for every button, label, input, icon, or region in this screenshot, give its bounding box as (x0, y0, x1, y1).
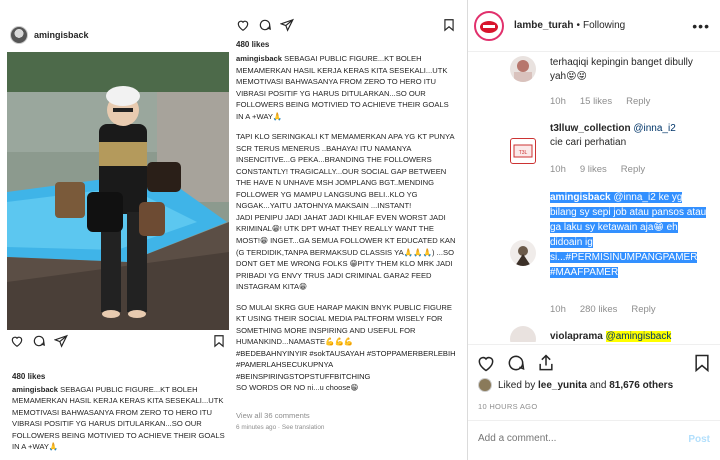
more-icon[interactable]: ••• (692, 18, 710, 34)
avatar (10, 26, 28, 44)
comment-username[interactable]: amingisback (550, 192, 611, 203)
comment-meta: 10h 15 likes Reply (550, 96, 650, 107)
comment-likes[interactable]: 15 likes (580, 96, 612, 107)
comment-text: terhaqiqi kepingin banget dibully yah😝😝 (550, 57, 693, 82)
embedded-post-caption-column: 480 likes amingisback SEBAGAI PUBLIC FIG… (236, 18, 462, 448)
comment-icon (33, 335, 45, 347)
caption-paragraph-2: TAPI KLO SERINGKALI KT MEMAMERKAN APA YG… (236, 132, 455, 211)
post-header: lambe_turah • Following ••• (468, 0, 720, 52)
heart-icon (11, 336, 23, 347)
svg-text:T3L: T3L (519, 150, 528, 156)
comment-time: 10h (550, 164, 566, 175)
embedded-action-bar (10, 334, 226, 352)
avatar[interactable] (478, 378, 492, 392)
comment-icon (259, 19, 271, 31)
separator-dot: • (576, 20, 580, 31)
comment-icon[interactable] (506, 353, 526, 373)
embedded-caption: amingisback SEBAGAI PUBLIC FIGURE...KT B… (12, 384, 226, 452)
comment-text: t3lluw_collection @inna_i2 cie cari perh… (550, 122, 710, 149)
avatar[interactable] (510, 56, 536, 82)
embedded-caption-full: amingisback SEBAGAI PUBLIC FIGURE...KT B… (236, 53, 458, 403)
embedded-post-header: amingisback (4, 22, 230, 48)
comment-username[interactable]: violaprama (550, 331, 603, 342)
comment-username[interactable]: t3lluw_collection (550, 123, 631, 134)
comment-mention[interactable]: @inna_i2 (613, 192, 656, 203)
reply-button[interactable]: Reply (621, 164, 645, 175)
comment-time: 10h (550, 96, 566, 107)
reply-button[interactable]: Reply (626, 96, 650, 107)
bookmark-icon[interactable] (692, 353, 712, 373)
liked-by-user[interactable]: lee_yunita (538, 380, 587, 391)
post-author-username[interactable]: lambe_turah (514, 20, 573, 31)
comment-mention[interactable]: @inna_i2 (633, 123, 675, 134)
avatar[interactable] (510, 326, 536, 342)
add-comment-bar: Post (468, 420, 720, 460)
bookmark-icon (444, 19, 454, 32)
share-icon[interactable] (536, 353, 556, 373)
embedded-post-photo-column: amingisback 480 likes amingisback SEBAGA… (4, 22, 230, 452)
embedded-like-count-2: 480 likes (236, 40, 270, 49)
comment-body: cie cari perhatian (550, 136, 627, 148)
comment-meta: 10h 280 likes Reply (550, 304, 656, 315)
comment-mention[interactable]: @amingisback (605, 331, 672, 342)
liked-by-and: and (589, 379, 607, 391)
post-side-panel: lambe_turah • Following ••• terhaqiqi ke… (468, 0, 720, 460)
caption-tail: SO WORDS OR NO ni...u choose😁 (236, 383, 359, 393)
embedded-username: amingisback (34, 30, 89, 40)
embedded-like-count: 480 likes (12, 372, 46, 381)
share-icon (280, 18, 294, 32)
embedded-timestamp: 6 minutes ago · See translation (236, 424, 325, 431)
comment-time: 10h (550, 304, 566, 315)
share-icon (54, 334, 68, 348)
post-timestamp: 10 HOURS AGO (478, 402, 538, 411)
caption-text: SEBAGAI PUBLIC FIGURE...KT BOLEH MEMAMER… (12, 385, 225, 451)
add-comment-input[interactable] (478, 433, 668, 444)
caption-username: amingisback (12, 385, 59, 394)
reply-button[interactable]: Reply (631, 304, 655, 315)
caption-paragraph-3: JADI PENIPU JADI JAHAT JADI KHILAF EVEN … (236, 212, 456, 292)
heart-icon (237, 20, 249, 31)
caption-paragraph-4: SO MULAI SKRG GUE HARAP MAKIN BNYK PUBLI… (236, 302, 452, 347)
post-action-bar (468, 344, 720, 374)
embedded-post-screenshot: amingisback 480 likes amingisback SEBAGA… (0, 0, 468, 460)
view-all-comments-link: View all 36 comments (236, 411, 310, 420)
caption-username: amingisback (236, 54, 283, 63)
following-button[interactable]: Following (583, 20, 625, 31)
caption-paragraph-1: SEBAGAI PUBLIC FIGURE...KT BOLEH MEMAMER… (236, 54, 449, 121)
post-comment-button[interactable]: Post (688, 434, 710, 445)
avatar[interactable] (474, 10, 504, 41)
liked-by-line: Liked by lee_yunita and 81,676 others (478, 378, 673, 392)
avatar[interactable]: T3L (510, 138, 536, 164)
comment-body: ke yg bilang sy sepi job atau pansos ata… (550, 192, 707, 278)
comment-likes[interactable]: 9 likes (580, 164, 607, 175)
heart-icon[interactable] (476, 353, 496, 373)
embedded-action-bar-2 (236, 18, 456, 34)
liked-by-prefix: Liked by (498, 379, 536, 391)
post-photo (7, 52, 229, 330)
caption-hashtags: #BEDEBAHNYINYIR #sokTAUSAYAH #STOPPAMERB… (236, 348, 456, 381)
avatar[interactable] (510, 240, 536, 266)
comment-text: amingisback @inna_i2 ke yg bilang sy sep… (550, 190, 710, 280)
comment-likes[interactable]: 280 likes (580, 304, 618, 315)
liked-by-count[interactable]: 81,676 others (609, 380, 673, 391)
bookmark-icon (214, 335, 224, 348)
comment-text: violaprama @amingisback (550, 330, 710, 342)
comment-list[interactable]: terhaqiqi kepingin banget dibully yah😝😝 … (468, 52, 720, 342)
comment-meta: 10h 9 likes Reply (550, 164, 645, 175)
